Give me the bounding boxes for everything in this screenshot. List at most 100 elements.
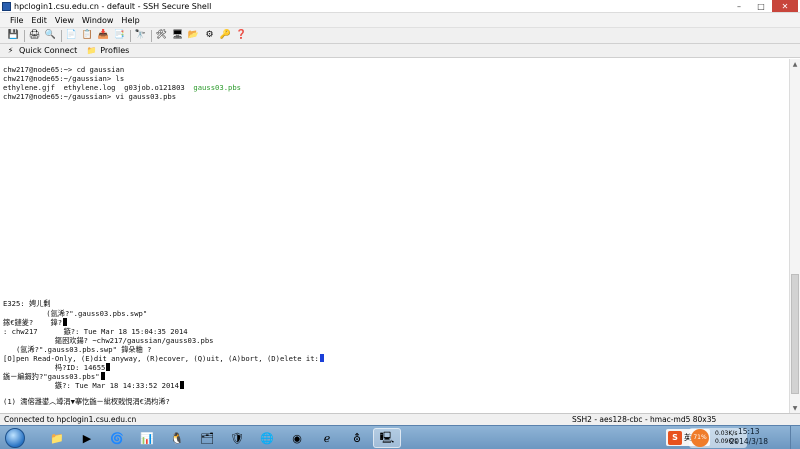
new-file-icon[interactable]: 📄 [65, 29, 78, 42]
show-desktop-button[interactable] [790, 426, 800, 449]
keygen-icon[interactable]: 🔑 [219, 29, 232, 42]
terminal-line-text: (氬浠?".gauss03.pbs.swp" 鍏朵粬 ? [3, 345, 152, 354]
terminal-line-text: 鎵€鏈夎? 鍏? [3, 318, 63, 327]
terminal-file-name: gauss03.pbs [193, 83, 242, 92]
terminal-line-text: E325: 娉ㄦ剰 [3, 299, 51, 308]
close-button[interactable]: ✕ [772, 0, 798, 12]
scrollbar-thumb[interactable] [791, 274, 799, 394]
paste-icon[interactable]: 📥 [97, 29, 110, 42]
terminal-line: chw217@node65:~> cd gaussian [3, 65, 124, 74]
terminal-line-text: 鍦ㄧ編鍜犳?"gauss03.pbs" [3, 372, 100, 381]
menu-bar: File Edit View Window Help [0, 13, 800, 27]
menu-help[interactable]: Help [121, 16, 139, 25]
clock-time: 15:13 [737, 427, 760, 436]
media-player-icon[interactable]: ▶ [73, 428, 101, 448]
window-title: hpclogin1.csu.edu.cn - default - SSH Sec… [14, 1, 212, 11]
sogou-icon: S [668, 430, 682, 445]
terminal-line: 鎵€鏈夎? 鍏? [3, 318, 68, 327]
new-terminal-icon[interactable]: 🖥 [171, 29, 184, 42]
net-percent: 71% [691, 429, 709, 447]
terminal-line-text: chw217@node65:~/gaussian> vi gauss03.pbs [3, 92, 177, 101]
terminal-scrollbar[interactable]: ▲ ▼ [789, 59, 800, 413]
status-bar: Connected to hpclogin1.csu.edu.cn SSH2 -… [0, 413, 800, 425]
toolbar-separator [130, 29, 131, 42]
terminal-line-text: 鏂囦欢鍚? ~chw217/gaussian/gauss03.pbs [3, 336, 214, 345]
connection-status: Connected to hpclogin1.csu.edu.cn [4, 415, 137, 424]
quick-connect-bar: ⚡ Quick Connect 📁 Profiles [0, 44, 800, 58]
terminal-line: (1) 濡傛灉鍙︿竴涓▼搴忔鍦ㄧ紪杈戝悓涓€涓枃浠? [3, 397, 170, 406]
terminal-output[interactable]: chw217@node65:~> cd gaussian chw217@node6… [0, 59, 789, 413]
folder-icon[interactable]: 🗂 [193, 428, 221, 448]
terminal-line: 鍦ㄧ編鍜犳?"gauss03.pbs" [3, 372, 105, 381]
terminal-line: 鏂囦欢鍚? ~chw217/gaussian/gauss03.pbs [3, 336, 214, 345]
save-icon[interactable]: 💾 [7, 29, 20, 42]
calculator-icon[interactable]: 📊 [133, 428, 161, 448]
terminal-line-text: (1) 濡傛灉鍙︿竴涓▼搴忔鍦ㄧ紪杈戝悓涓€涓枃浠? [3, 397, 170, 406]
toolbar-separator [24, 29, 25, 42]
start-button[interactable] [5, 428, 25, 448]
terminal-line: chw217@node65:~/gaussian> vi gauss03.pbs [3, 92, 176, 101]
menu-file[interactable]: File [10, 16, 23, 25]
minimize-button[interactable]: – [728, 0, 750, 12]
terminal-line: 鏃?: Tue Mar 18 14:33:52 2014 [3, 381, 184, 390]
chrome-icon[interactable]: ◉ [283, 428, 311, 448]
terminal-line: [O]pen Read-Only, (E)dit anyway, (R)ecov… [3, 354, 324, 363]
terminal-line: 杩?ID: 14655 [3, 363, 111, 372]
clock-date: 2014/3/18 [729, 437, 768, 446]
terminal-line-text: [O]pen Read-Only, (E)dit anyway, (R)ecov… [3, 354, 319, 363]
file-transfer-icon[interactable]: 📂 [187, 29, 200, 42]
ie-icon[interactable]: ℯ [313, 428, 341, 448]
qq-icon[interactable]: 🐧 [163, 428, 191, 448]
toolbar-separator [151, 29, 152, 42]
windows-explorer-icon[interactable]: 📁 [43, 428, 71, 448]
terminal-line: : chw217 鏃?: Tue Mar 18 15:04:35 2014 [3, 327, 188, 336]
quick-connect-label: Quick Connect [19, 46, 78, 55]
copy-icon[interactable]: 📋 [81, 29, 94, 42]
network-app-icon[interactable]: 🌐 [253, 428, 281, 448]
quick-connect-icon: ⚡ [7, 46, 14, 55]
toolbar: 💾 🖨 🔍 📄 📋 📥 📑 🔭 🛠 🖥 📂 ⚙ 🔑 ❓ [0, 27, 800, 44]
folder-icon: 📁 [86, 46, 97, 55]
menu-edit[interactable]: Edit [31, 16, 47, 25]
quick-connect-button[interactable]: ⚡ Quick Connect [6, 46, 78, 55]
profiles-label: Profiles [100, 46, 130, 55]
ssh-app-icon[interactable]: 🖳 [373, 428, 401, 448]
window-controls: – □ ✕ [728, 0, 798, 12]
help-icon[interactable]: ❓ [235, 29, 248, 42]
terminal-line-text: ethylene.gjf ethylene.log g03job.o121803 [3, 83, 194, 92]
terminal-line-text: : chw217 鏃?: Tue Mar 18 15:04:35 2014 [3, 327, 188, 336]
terminal-cursor [106, 363, 111, 371]
toolbar-separator [61, 29, 62, 42]
terminal-cursor [63, 318, 68, 326]
terminal-line: (氬浠?".gauss03.pbs.swp" [3, 309, 147, 318]
scroll-up-icon[interactable]: ▲ [790, 59, 800, 69]
security-app-icon[interactable]: 🛡 [223, 428, 251, 448]
terminal-line-text: 鏃?: Tue Mar 18 14:33:52 2014 [3, 381, 179, 390]
acrobat-icon[interactable]: ⛢ [343, 428, 371, 448]
app-icon [2, 1, 11, 11]
web-browser-icon[interactable]: 🌀 [103, 428, 131, 448]
find-icon[interactable]: 🔭 [134, 29, 147, 42]
profiles-button[interactable]: 📁 Profiles [86, 46, 130, 55]
terminal-line-text: (氬浠?".gauss03.pbs.swp" [3, 309, 148, 318]
profiles-icon[interactable]: ⚙ [203, 29, 216, 42]
terminal-line: (氬浠?".gauss03.pbs.swp" 鍏朵粬 ? [3, 345, 151, 354]
terminal-line-text: 杩?ID: 14655 [3, 363, 106, 372]
settings-icon[interactable]: 🛠 [155, 29, 168, 42]
paste-special-icon[interactable]: 📑 [113, 29, 126, 42]
taskbar: 📁 ▶ 🌀 📊 🐧 🗂 🛡 🌐 ◉ ℯ ⛢ 🖳 S 英 71% 0.03K/s 0.09K/s 15:… [0, 425, 800, 449]
terminal-cursor [179, 381, 184, 389]
maximize-button[interactable]: □ [750, 0, 772, 12]
cipher-info: SSH2 - aes128-cbc - hmac-md5 80x35 [572, 415, 717, 424]
scroll-down-icon[interactable]: ▼ [790, 403, 800, 413]
title-bar: hpclogin1.csu.edu.cn - default - SSH Sec… [0, 0, 800, 13]
system-clock[interactable]: 15:13 2014/3/18 [730, 427, 768, 447]
terminal-cursor [100, 372, 105, 380]
terminal-line: E325: 娉ㄦ剰 [3, 299, 51, 308]
terminal-line-text: chw217@node65:~/gaussian> ls [3, 74, 125, 83]
menu-view[interactable]: View [55, 16, 74, 25]
menu-window[interactable]: Window [82, 16, 114, 25]
print-icon[interactable]: 🖨 [28, 29, 41, 42]
print-preview-icon[interactable]: 🔍 [44, 29, 57, 42]
terminal-line: ethylene.gjf ethylene.log g03job.o121803… [3, 83, 241, 92]
